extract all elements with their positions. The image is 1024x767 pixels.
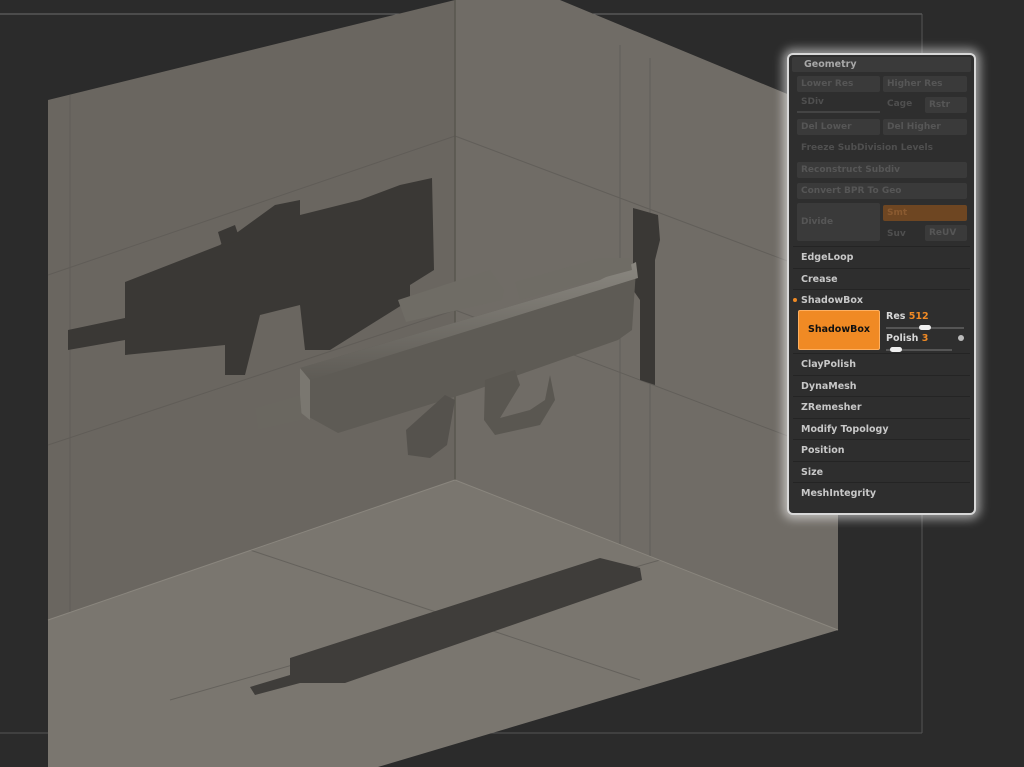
res-slider-label: Res 512 xyxy=(886,311,929,322)
sdiv-label: SDiv xyxy=(801,97,824,107)
shadowbox-button[interactable]: ShadowBox xyxy=(798,310,880,350)
position-section[interactable]: Position xyxy=(793,439,970,460)
size-section[interactable]: Size xyxy=(793,461,970,482)
del-lower-button[interactable]: Del Lower xyxy=(797,119,880,135)
meshintegrity-section[interactable]: MeshIntegrity xyxy=(793,482,970,503)
res-slider-knob[interactable] xyxy=(919,325,931,330)
claypolish-section[interactable]: ClayPolish xyxy=(793,353,970,374)
convert-bpr-button[interactable]: Convert BPR To Geo xyxy=(797,183,967,199)
modify-topology-section[interactable]: Modify Topology xyxy=(793,418,970,439)
sdiv-slider[interactable] xyxy=(797,111,880,113)
shadowbox-section-label: ShadowBox xyxy=(801,295,864,306)
zremesher-section[interactable]: ZRemesher xyxy=(793,396,970,417)
crease-section[interactable]: Crease xyxy=(793,268,970,289)
expanded-dot-icon xyxy=(793,298,797,302)
res-value: 512 xyxy=(908,311,929,322)
smt-toggle[interactable]: Smt xyxy=(883,205,967,221)
freeze-subdivision-levels[interactable]: Freeze SubDivision Levels xyxy=(801,143,933,153)
polish-value: 3 xyxy=(921,333,929,344)
reconstruct-subdiv-button[interactable]: Reconstruct Subdiv xyxy=(797,162,967,178)
polish-slider-label: Polish 3 xyxy=(886,333,929,344)
suv-toggle[interactable]: Suv xyxy=(887,229,906,239)
rstr-button[interactable]: Rstr xyxy=(925,97,967,113)
shadowbox-section[interactable]: ShadowBox xyxy=(793,289,970,310)
lower-res-button[interactable]: Lower Res xyxy=(797,76,880,92)
polish-circle-icon[interactable] xyxy=(958,335,964,341)
reuv-button[interactable]: ReUV xyxy=(925,225,967,241)
geometry-header[interactable]: Geometry xyxy=(792,57,971,72)
geometry-panel: Geometry Lower Res Higher Res SDiv Cage … xyxy=(789,55,974,513)
cage-label[interactable]: Cage xyxy=(887,99,912,109)
edgeloop-section[interactable]: EdgeLoop xyxy=(793,246,970,267)
polish-slider-knob[interactable] xyxy=(890,347,903,352)
higher-res-button[interactable]: Higher Res xyxy=(883,76,967,92)
del-higher-button[interactable]: Del Higher xyxy=(883,119,967,135)
dynamesh-section[interactable]: DynaMesh xyxy=(793,375,970,396)
divide-button[interactable]: Divide xyxy=(797,203,880,241)
